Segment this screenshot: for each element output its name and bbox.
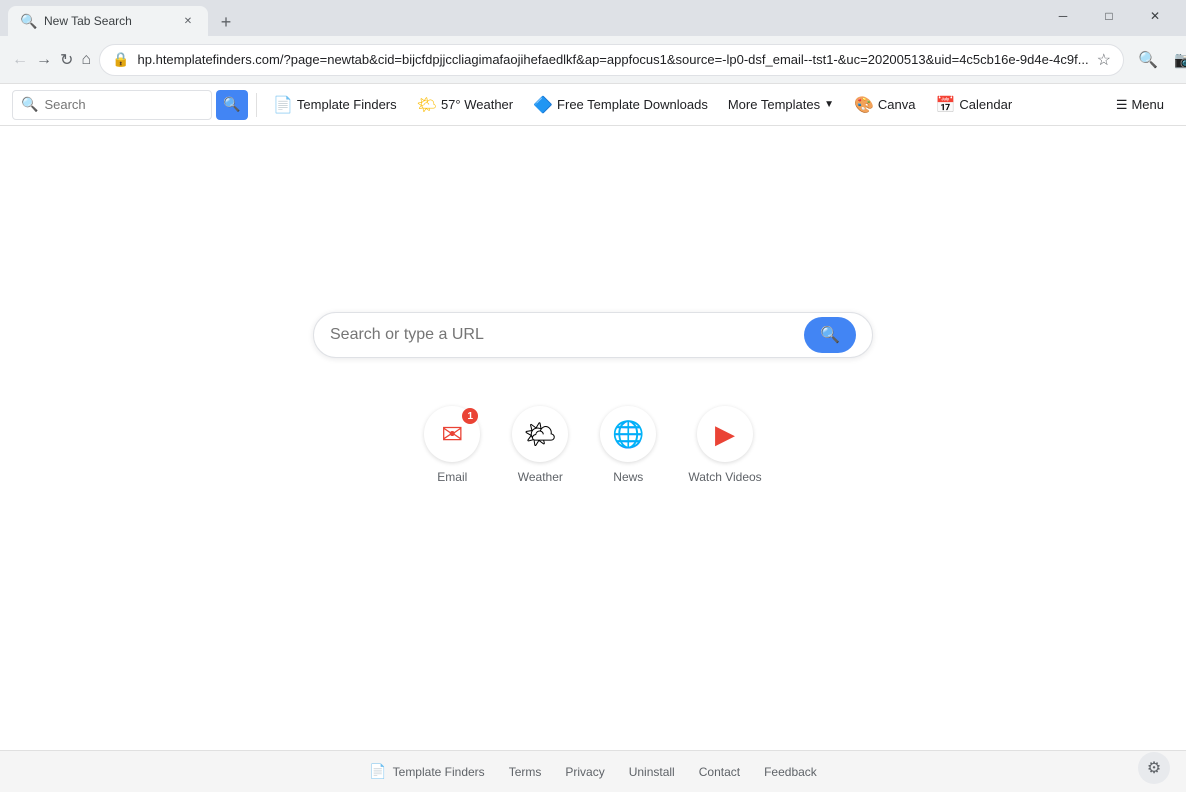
canva-link[interactable]: 🎨 Canva — [846, 91, 924, 119]
toolbar-divider-1 — [256, 93, 257, 117]
footer-feedback-link[interactable]: Feedback — [764, 765, 817, 779]
minimize-button[interactable]: ─ — [1040, 0, 1086, 32]
center-search-button[interactable]: 🔍 — [804, 317, 856, 353]
news-icon: 🌐 — [612, 419, 644, 450]
active-tab[interactable]: 🔍 New Tab Search ✕ — [8, 6, 208, 36]
footer: 📄 Template Finders Terms Privacy Uninsta… — [0, 750, 1186, 792]
email-label: Email — [437, 470, 467, 484]
weather-quick-label: Weather — [518, 470, 563, 484]
free-templates-link[interactable]: 🔷 Free Template Downloads — [525, 91, 716, 119]
weather-label: 57° Weather — [441, 97, 513, 112]
new-tab-button[interactable]: + — [212, 8, 240, 36]
videos-icon-container: ▶ — [697, 406, 753, 462]
watch-videos-label: Watch Videos — [688, 470, 761, 484]
news-icon-container: 🌐 — [600, 406, 656, 462]
more-templates-label: More Templates — [728, 97, 820, 112]
close-button[interactable]: ✕ — [1132, 0, 1178, 32]
back-button[interactable]: ← — [12, 44, 28, 76]
toolbar-search-icon: 🔍 — [21, 96, 38, 113]
tab-title: New Tab Search — [44, 14, 172, 28]
free-templates-label: Free Template Downloads — [557, 97, 708, 112]
template-finders-icon: 📄 — [273, 95, 293, 115]
toolbar-search-input[interactable] — [44, 97, 184, 112]
address-text: hp.htemplatefinders.com/?page=newtab&cid… — [138, 52, 1089, 67]
template-finders-label: Template Finders — [297, 97, 397, 112]
footer-template-finders[interactable]: 📄 Template Finders — [369, 763, 484, 780]
email-icon: ✉ — [441, 419, 463, 450]
toolbar-search-button[interactable]: 🔍 — [216, 90, 248, 120]
center-search-input[interactable] — [330, 326, 792, 344]
calendar-label: Calendar — [959, 97, 1012, 112]
bookmark-star-button[interactable]: ☆ — [1097, 50, 1111, 70]
calendar-link[interactable]: 📅 Calendar — [928, 91, 1021, 119]
email-notification-badge: 1 — [462, 408, 478, 424]
nav-right-icons: 🔍 📷 🧩 👤 ⋮ — [1132, 44, 1186, 76]
maximize-button[interactable]: □ — [1086, 0, 1132, 32]
main-content: 🔍 ✉ 1 Email 🌤 Weather 🌐 N — [0, 126, 1186, 750]
footer-uninstall-link[interactable]: Uninstall — [629, 765, 675, 779]
footer-template-icon: 📄 — [369, 763, 386, 780]
calendar-icon: 📅 — [936, 95, 956, 115]
news-label: News — [613, 470, 643, 484]
weather-icon-container: 🌤 — [512, 406, 568, 462]
hamburger-icon: ☰ — [1116, 97, 1128, 113]
window-controls: ─ □ ✕ — [1040, 0, 1178, 36]
footer-privacy-link[interactable]: Privacy — [565, 765, 604, 779]
main-menu-button[interactable]: ☰ Menu — [1106, 93, 1174, 117]
title-bar: 🔍 New Tab Search ✕ + ─ □ ✕ — [0, 0, 1186, 36]
email-icon-container: ✉ 1 — [424, 406, 480, 462]
tab-close-button[interactable]: ✕ — [180, 13, 196, 29]
center-search-box[interactable]: 🔍 — [313, 312, 873, 358]
weather-icon: 🌤 — [417, 95, 437, 115]
quick-item-news[interactable]: 🌐 News — [600, 406, 656, 484]
lock-icon: 🔒 — [112, 51, 129, 68]
watch-videos-icon: ▶ — [715, 419, 735, 450]
template-finders-link[interactable]: 📄 Template Finders — [265, 91, 405, 119]
footer-terms-link[interactable]: Terms — [509, 765, 542, 779]
more-templates-chevron-icon: ▼ — [824, 99, 834, 110]
footer-contact-link[interactable]: Contact — [699, 765, 740, 779]
toolbar-search-box[interactable]: 🔍 — [12, 90, 212, 120]
quick-access-section: ✉ 1 Email 🌤 Weather 🌐 News ▶ — [424, 406, 761, 484]
footer-template-finders-link[interactable]: Template Finders — [393, 765, 485, 779]
chrome-window: 🔍 New Tab Search ✕ + ─ □ ✕ ← → ↻ ⌂ 🔒 hp.… — [0, 0, 1186, 792]
canva-icon: 🎨 — [854, 95, 874, 115]
quick-item-videos[interactable]: ▶ Watch Videos — [688, 406, 761, 484]
menu-label: Menu — [1131, 97, 1164, 112]
navigation-bar: ← → ↻ ⌂ 🔒 hp.htemplatefinders.com/?page=… — [0, 36, 1186, 84]
canva-label: Canva — [878, 97, 916, 112]
toolbar: 🔍 🔍 📄 Template Finders 🌤 57° Weather 🔷 F… — [0, 84, 1186, 126]
more-templates-button[interactable]: More Templates ▼ — [720, 93, 842, 116]
home-button[interactable]: ⌂ — [81, 44, 91, 76]
tab-favicon: 🔍 — [20, 13, 36, 29]
forward-button[interactable]: → — [36, 44, 52, 76]
settings-gear-button[interactable]: ⚙ — [1138, 752, 1170, 784]
capture-button[interactable]: 📷 — [1168, 44, 1186, 76]
weather-link[interactable]: 🌤 57° Weather — [409, 91, 521, 119]
zoom-button[interactable]: 🔍 — [1132, 44, 1164, 76]
weather-quick-icon: 🌤 — [524, 419, 557, 450]
address-bar[interactable]: 🔒 hp.htemplatefinders.com/?page=newtab&c… — [99, 44, 1124, 76]
free-templates-icon: 🔷 — [533, 95, 553, 115]
quick-item-email[interactable]: ✉ 1 Email — [424, 406, 480, 484]
reload-button[interactable]: ↻ — [60, 44, 73, 76]
quick-item-weather[interactable]: 🌤 Weather — [512, 406, 568, 484]
